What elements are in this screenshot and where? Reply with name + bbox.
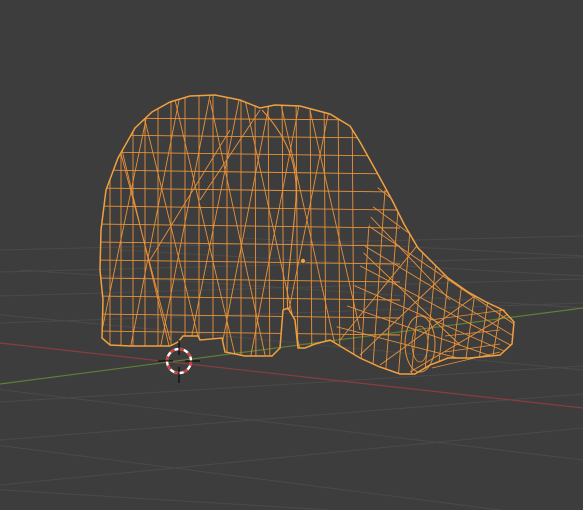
viewport-canvas[interactable] (0, 0, 583, 510)
y-axis-line (0, 307, 583, 385)
object-origin-icon (299, 257, 306, 264)
3d-viewport[interactable] (0, 0, 583, 510)
elephant-mesh[interactable] (95, 90, 520, 380)
